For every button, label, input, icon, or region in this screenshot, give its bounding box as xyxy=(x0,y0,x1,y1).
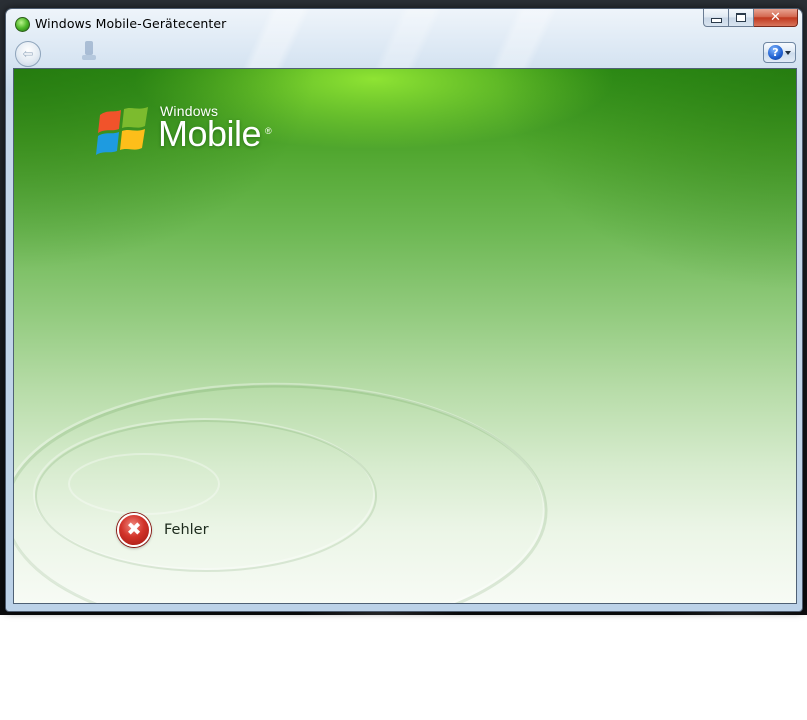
windows-mobile-logo: Windows Mobile ® xyxy=(94,99,284,159)
help-button[interactable]: ? xyxy=(763,42,796,63)
content-panel: Windows Mobile ® ✖ Fehler xyxy=(13,68,797,604)
error-status: ✖ Fehler xyxy=(117,513,209,547)
swirl-decoration xyxy=(14,382,548,603)
maximize-icon xyxy=(736,13,746,22)
chevron-down-icon xyxy=(785,50,791,55)
close-icon: ✕ xyxy=(770,10,781,25)
error-icon: ✖ xyxy=(117,513,151,547)
app-icon xyxy=(15,17,30,32)
error-message: Fehler xyxy=(164,522,209,538)
app-window: Windows Mobile-Gerätecenter ✕ ⇦ ? Window… xyxy=(5,8,803,612)
device-icon xyxy=(79,39,99,63)
window-title: Windows Mobile-Gerätecenter xyxy=(35,16,227,31)
maximize-button[interactable] xyxy=(729,9,754,27)
minimize-button[interactable] xyxy=(703,9,729,27)
registered-mark: ® xyxy=(265,126,272,136)
caption-buttons: ✕ xyxy=(703,9,798,28)
minimize-icon xyxy=(710,18,722,23)
logo-mobile-text: Mobile xyxy=(158,113,262,154)
close-button[interactable]: ✕ xyxy=(754,9,798,27)
windows-flag-icon xyxy=(96,107,148,155)
back-button[interactable]: ⇦ xyxy=(15,41,41,67)
help-icon: ? xyxy=(768,45,783,60)
back-arrow-icon: ⇦ xyxy=(22,46,34,62)
